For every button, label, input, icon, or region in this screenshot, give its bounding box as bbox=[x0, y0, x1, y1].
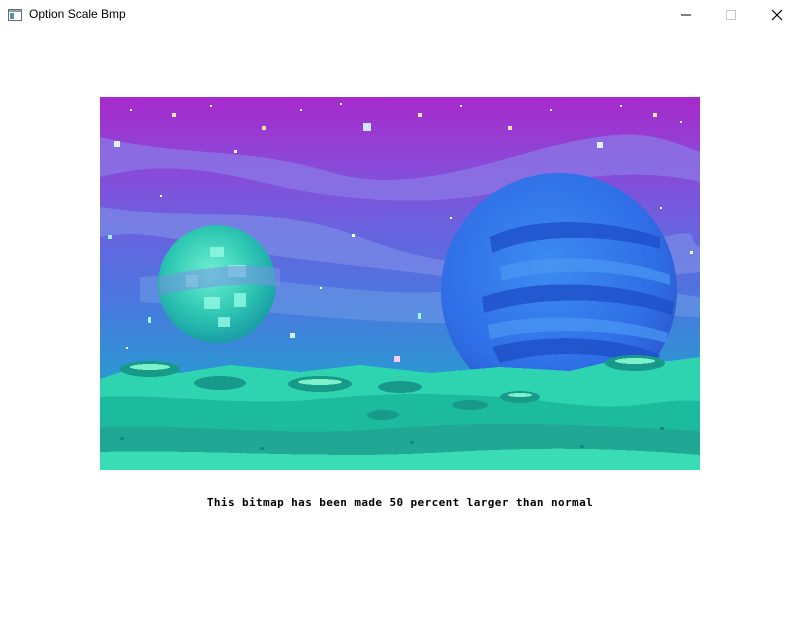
close-icon bbox=[771, 9, 783, 21]
close-button[interactable] bbox=[754, 0, 800, 30]
minimize-icon bbox=[681, 14, 691, 16]
minimize-button[interactable] bbox=[663, 0, 709, 30]
app-window-icon bbox=[8, 8, 22, 21]
bitmap-caption: This bitmap has been made 50 percent lar… bbox=[206, 496, 594, 509]
pixel-art-space-scene bbox=[100, 97, 700, 470]
maximize-button[interactable] bbox=[708, 0, 754, 30]
window-title: Option Scale Bmp bbox=[29, 7, 126, 21]
scaled-bitmap-image bbox=[100, 97, 700, 470]
maximize-icon bbox=[726, 10, 736, 20]
title-bar: Option Scale Bmp bbox=[0, 0, 800, 30]
